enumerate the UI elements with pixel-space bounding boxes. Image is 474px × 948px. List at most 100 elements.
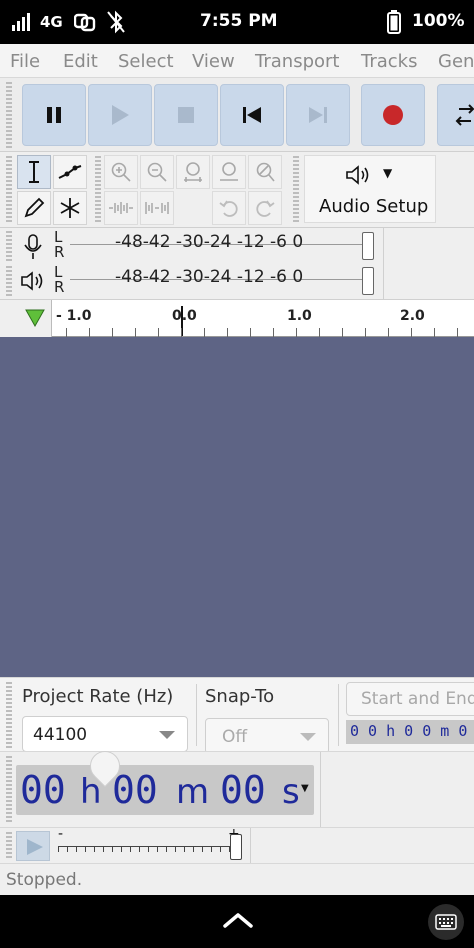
link-icon [74, 13, 96, 32]
system-navigation-bar [0, 895, 474, 948]
skip-to-start-button[interactable] [220, 84, 284, 146]
ruler-corner [0, 300, 52, 337]
battery-icon [387, 10, 401, 34]
microphone-icon[interactable] [22, 233, 44, 261]
play-button[interactable] [88, 84, 152, 146]
zoom-out-icon [147, 162, 167, 182]
ruler-label: - 1.0 [56, 308, 92, 324]
fit-project-button[interactable] [212, 155, 246, 189]
signal-icon [12, 13, 30, 31]
divider [320, 752, 321, 828]
menu-file[interactable]: File [10, 51, 40, 72]
toolbar-grip[interactable] [95, 156, 101, 224]
fit-selection-button[interactable] [176, 155, 210, 189]
menu-edit[interactable]: Edit [63, 51, 98, 72]
stop-button[interactable] [154, 84, 218, 146]
silence-button[interactable] [140, 191, 174, 225]
menu-transport[interactable]: Transport [255, 51, 339, 72]
audio-setup-label: Audio Setup [319, 196, 429, 217]
audio-position-display[interactable]: 00 h 00 m 00 s ▼ [16, 744, 314, 815]
trim-button[interactable] [104, 191, 138, 225]
envelope-icon [58, 165, 82, 179]
playback-meter-scale: -48-42 -30-24 -12 -6 0 [115, 267, 304, 287]
menu-view[interactable]: View [192, 51, 235, 72]
selection-start-time[interactable]: 0 0 h 0 0 m 0 0 [346, 720, 474, 744]
menu-select[interactable]: Select [118, 51, 174, 72]
zoom-in-button[interactable] [104, 155, 138, 189]
speaker-icon [346, 165, 369, 185]
toolbar-grip[interactable] [6, 156, 12, 224]
bluetooth-off-icon [107, 10, 125, 34]
play-head-triangle-icon[interactable] [24, 308, 46, 328]
speaker-icon[interactable] [20, 270, 48, 292]
right-channel-label: R [54, 243, 65, 261]
tools-toolbar: ▼ Audio Setup [0, 152, 474, 228]
keyboard-button[interactable] [428, 904, 464, 940]
divider [383, 228, 384, 265]
pencil-icon [24, 197, 45, 218]
playback-meter-slider-handle[interactable] [362, 267, 374, 295]
battery-percent: 100% [412, 11, 465, 31]
ruler-label: 2.0 [400, 308, 425, 324]
divider [383, 263, 384, 300]
snap-to-label: Snap-To [205, 686, 275, 707]
timeline-ruler[interactable]: - 1.0 0.0 1.0 2.0 [0, 300, 474, 337]
zoom-toggle-button[interactable] [248, 155, 282, 189]
chevron-up-icon[interactable] [222, 911, 254, 929]
zoom-toggle-icon [256, 162, 275, 182]
skip-start-icon [243, 107, 261, 123]
android-screen: 4G 7:55 PM 100% File Edit Select View Tr… [0, 0, 474, 948]
multi-tool[interactable] [53, 191, 87, 225]
track-panel[interactable] [0, 337, 474, 677]
chevron-down-icon: ▼ [383, 166, 393, 180]
time-toolbar: 00 h 00 m 00 s ▼ [0, 744, 474, 828]
pause-button[interactable] [22, 84, 86, 146]
zoom-out-button[interactable] [140, 155, 174, 189]
toolbar-grip[interactable] [6, 82, 12, 148]
zoom-fit-icon [220, 162, 238, 181]
redo-button[interactable] [248, 191, 282, 225]
undo-icon [219, 200, 238, 217]
loop-button[interactable] [437, 84, 474, 146]
play-icon [27, 839, 43, 855]
channel-labels: L R [54, 230, 64, 260]
i-beam-icon [29, 161, 39, 183]
play-at-speed-button[interactable] [16, 831, 50, 861]
envelope-tool[interactable] [53, 155, 87, 189]
record-icon [383, 105, 403, 125]
snap-to-value: Off [222, 727, 248, 747]
project-rate-combo[interactable]: 44100 [22, 716, 188, 752]
toolbar-grip[interactable] [6, 231, 12, 261]
speed-slider-ticks [58, 846, 238, 852]
toolbar-grip[interactable] [6, 682, 12, 748]
snap-to-combo[interactable]: Off [205, 718, 329, 754]
toolbar-grip[interactable] [6, 832, 12, 860]
audio-setup-button[interactable]: ▼ Audio Setup [304, 155, 436, 223]
time-m-unit: m [176, 772, 210, 812]
trim-audio-icon [109, 202, 133, 214]
record-meter-slider-handle[interactable] [362, 232, 374, 260]
skip-end-icon [309, 107, 327, 123]
time-s-unit: s [282, 772, 300, 812]
record-button[interactable] [361, 84, 425, 146]
chevron-down-icon [159, 731, 175, 739]
right-channel-label: R [54, 278, 65, 296]
speed-slider-handle[interactable] [230, 834, 242, 860]
skip-to-end-button[interactable] [286, 84, 350, 146]
menu-generate[interactable]: Gen [438, 51, 474, 72]
project-rate-value: 44100 [33, 725, 88, 745]
menu-tracks[interactable]: Tracks [361, 51, 417, 72]
toolbar-grip[interactable] [293, 156, 299, 224]
toolbar-grip[interactable] [6, 266, 12, 296]
draw-tool[interactable] [17, 191, 51, 225]
time-format-menu-icon[interactable]: ▼ [301, 783, 309, 794]
stop-icon [178, 107, 194, 123]
selection-tool[interactable] [17, 155, 51, 189]
selection-start-value: 0 0 h 0 0 m 0 0 [350, 722, 474, 740]
toolbar-grip[interactable] [6, 756, 12, 824]
undo-button[interactable] [212, 191, 246, 225]
start-and-end-dropdown[interactable]: Start and End [346, 682, 474, 716]
channel-labels: L R [54, 265, 64, 295]
selection-toolbar: Project Rate (Hz) 44100 Snap-To Off Star… [0, 677, 474, 754]
status-bar: Stopped. [0, 863, 474, 895]
